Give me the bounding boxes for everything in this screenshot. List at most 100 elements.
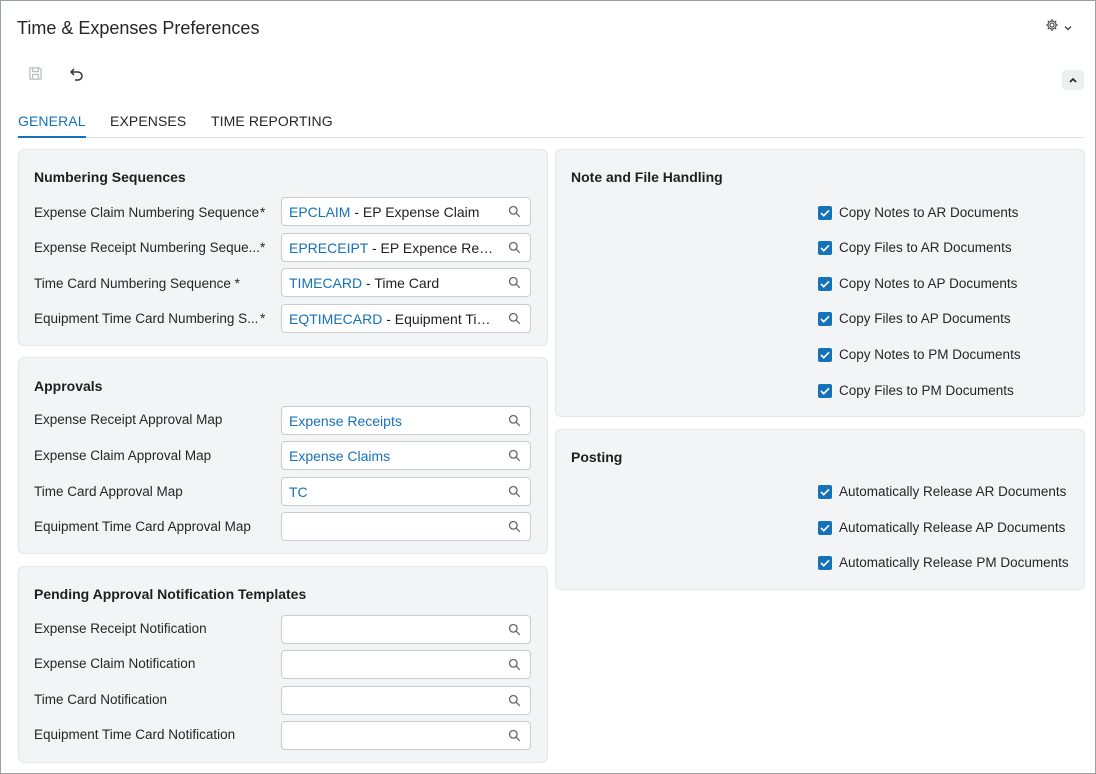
search-icon[interactable]: [508, 520, 521, 533]
checkbox-label: Automatically Release AP Documents: [839, 520, 1066, 535]
value-code[interactable]: EQTIMECARD: [289, 311, 382, 327]
field-value[interactable]: Expense Claims: [289, 448, 390, 464]
checkmark-icon[interactable]: [818, 240, 832, 255]
section-title: Pending Approval Notification Templates: [34, 586, 307, 602]
gear-icon: [1045, 18, 1059, 37]
tab-general[interactable]: GENERAL: [18, 113, 86, 138]
required-marker: *: [260, 205, 266, 220]
tab-expenses[interactable]: EXPENSES: [110, 113, 186, 129]
section-title: Approvals: [34, 378, 103, 394]
expense-receipt-numbering-field[interactable]: EPRECEIPT - EP Expence Receipt: [281, 233, 531, 262]
equipment-time-card-notification-field[interactable]: [281, 721, 531, 750]
required-marker: *: [260, 240, 266, 255]
search-icon[interactable]: [508, 414, 521, 427]
value-description: - EP Expence Receipt: [368, 240, 500, 256]
value-description: - EP Expense Claim: [350, 204, 480, 220]
checkmark-icon[interactable]: [818, 484, 832, 499]
checkbox-label: Copy Files to AP Documents: [839, 311, 1011, 326]
copy-files-pm-checkbox[interactable]: Copy Files to PM Documents: [818, 383, 1014, 398]
checkmark-icon[interactable]: [818, 555, 832, 570]
time-card-notification-field[interactable]: [281, 686, 531, 715]
search-icon[interactable]: [508, 205, 521, 218]
checkmark-icon[interactable]: [818, 520, 832, 535]
checkmark-icon[interactable]: [818, 205, 832, 220]
expense-claim-notification-field[interactable]: [281, 650, 531, 679]
copy-notes-ap-checkbox[interactable]: Copy Notes to AP Documents: [818, 276, 1017, 291]
field-label: Time Card Notification: [34, 692, 168, 707]
checkmark-icon[interactable]: [818, 311, 832, 326]
value-description: - Equipment Time ...: [382, 311, 500, 327]
checkbox-label: Copy Notes to PM Documents: [839, 347, 1021, 362]
search-icon[interactable]: [508, 729, 521, 742]
required-marker: *: [260, 311, 266, 326]
field-label: Expense Claim Approval Map: [34, 448, 212, 463]
save-icon: [28, 66, 43, 86]
checkbox-label: Copy Notes to AR Documents: [839, 205, 1019, 220]
field-label: Expense Receipt Notification: [34, 621, 207, 636]
search-icon[interactable]: [508, 658, 521, 671]
field-label: Expense Receipt Numbering Seque...: [34, 240, 260, 255]
note-file-handling-panel: Note and File Handling Copy Notes to AR …: [555, 149, 1085, 417]
copy-files-ar-checkbox[interactable]: Copy Files to AR Documents: [818, 240, 1012, 255]
checkbox-label: Copy Files to PM Documents: [839, 383, 1014, 398]
chevron-up-icon: [1068, 71, 1078, 89]
checkbox-label: Copy Notes to AP Documents: [839, 276, 1018, 291]
search-icon[interactable]: [508, 449, 521, 462]
collapse-button[interactable]: [1062, 70, 1084, 90]
field-label: Expense Claim Notification: [34, 656, 196, 671]
tab-bar: GENERAL EXPENSES TIME REPORTING: [17, 103, 1084, 138]
field-label: Equipment Time Card Numbering S...: [34, 311, 259, 326]
search-icon[interactable]: [508, 276, 521, 289]
release-ar-checkbox[interactable]: Automatically Release AR Documents: [818, 484, 1066, 499]
undo-button[interactable]: [65, 65, 87, 87]
posting-panel: Posting Automatically Release AR Documen…: [555, 429, 1085, 590]
checkbox-label: Automatically Release PM Documents: [839, 555, 1069, 570]
field-label: Expense Claim Numbering Sequence: [34, 205, 260, 220]
section-title: Note and File Handling: [571, 169, 723, 185]
field-label: Time Card Approval Map: [34, 484, 183, 499]
expense-claim-numbering-field[interactable]: EPCLAIM - EP Expense Claim: [281, 197, 531, 226]
expense-claim-approval-map-field[interactable]: Expense Claims: [281, 441, 531, 470]
page-title: Time & Expenses Preferences: [17, 18, 260, 38]
value-description: - Time Card: [362, 275, 440, 291]
value-code[interactable]: EPCLAIM: [289, 204, 350, 220]
search-icon[interactable]: [508, 694, 521, 707]
release-pm-checkbox[interactable]: Automatically Release PM Documents: [818, 555, 1069, 570]
undo-icon: [68, 67, 84, 86]
approvals-panel: Approvals Expense Receipt Approval Map E…: [18, 357, 548, 554]
checkmark-icon[interactable]: [818, 347, 832, 362]
search-icon[interactable]: [508, 485, 521, 498]
search-icon[interactable]: [508, 623, 521, 636]
time-card-approval-map-field[interactable]: TC: [281, 477, 531, 506]
release-ap-checkbox[interactable]: Automatically Release AP Documents: [818, 520, 1065, 535]
equipment-time-card-approval-map-field[interactable]: [281, 512, 531, 541]
time-card-numbering-field[interactable]: TIMECARD - Time Card: [281, 268, 531, 297]
checkbox-label: Automatically Release AR Documents: [839, 484, 1067, 499]
value-code[interactable]: EPRECEIPT: [289, 240, 368, 256]
save-button[interactable]: [24, 65, 46, 87]
expense-receipt-notification-field[interactable]: [281, 615, 531, 644]
copy-notes-pm-checkbox[interactable]: Copy Notes to PM Documents: [818, 347, 1021, 362]
search-icon[interactable]: [508, 241, 521, 254]
chevron-down-icon: [1063, 19, 1073, 37]
equipment-time-card-numbering-field[interactable]: EQTIMECARD - Equipment Time ...: [281, 304, 531, 333]
field-label: Expense Receipt Approval Map: [34, 412, 223, 427]
search-icon[interactable]: [508, 312, 521, 325]
field-label: Equipment Time Card Notification: [34, 727, 236, 742]
settings-menu[interactable]: [1045, 18, 1073, 37]
copy-files-ap-checkbox[interactable]: Copy Files to AP Documents: [818, 311, 1011, 326]
value-code[interactable]: TIMECARD: [289, 275, 362, 291]
tab-time-reporting[interactable]: TIME REPORTING: [211, 113, 333, 129]
section-title: Posting: [571, 449, 623, 465]
checkmark-icon[interactable]: [818, 383, 832, 398]
copy-notes-ar-checkbox[interactable]: Copy Notes to AR Documents: [818, 205, 1018, 220]
checkmark-icon[interactable]: [818, 276, 832, 291]
field-label: Time Card Numbering Sequence *: [34, 276, 240, 291]
notification-templates-panel: Pending Approval Notification Templates …: [18, 566, 548, 763]
expense-receipt-approval-map-field[interactable]: Expense Receipts: [281, 406, 531, 435]
field-label: Equipment Time Card Approval Map: [34, 519, 251, 534]
checkbox-label: Copy Files to AR Documents: [839, 240, 1012, 255]
field-value[interactable]: TC: [289, 484, 308, 500]
section-title: Numbering Sequences: [34, 169, 186, 185]
field-value[interactable]: Expense Receipts: [289, 413, 402, 429]
